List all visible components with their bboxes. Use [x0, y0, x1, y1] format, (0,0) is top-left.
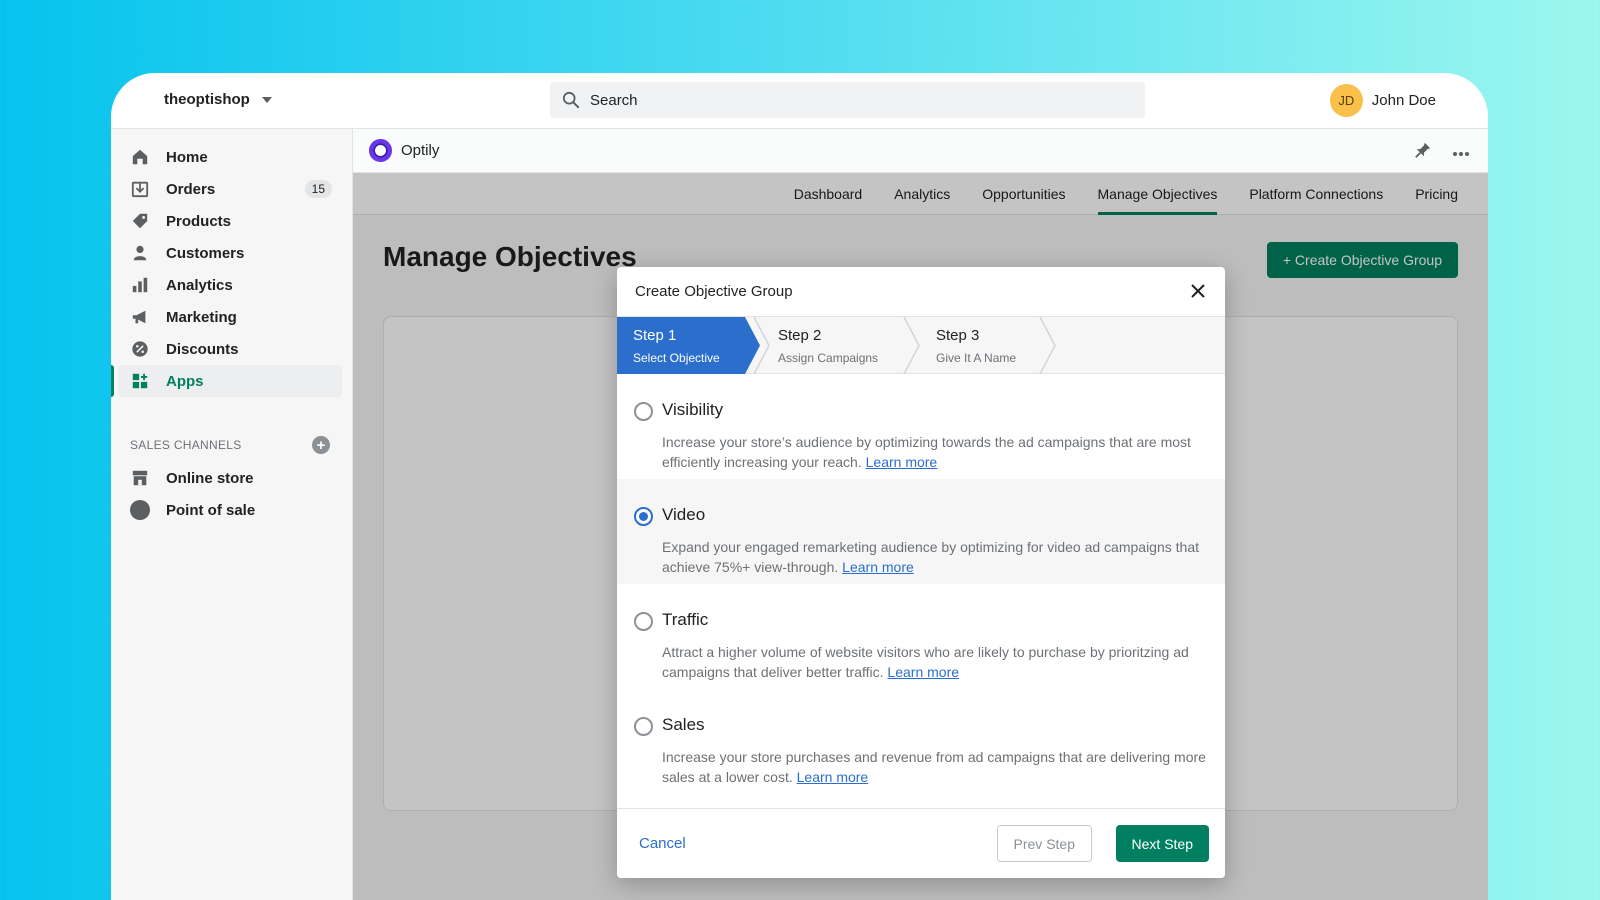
prev-step-button[interactable]: Prev Step — [996, 825, 1092, 862]
sidebar-item-home[interactable]: Home — [118, 141, 342, 173]
option-title: Video — [662, 505, 706, 524]
radio-sales[interactable] — [634, 717, 653, 736]
user-menu[interactable]: JD John Doe — [1329, 84, 1436, 117]
close-icon[interactable] — [1187, 280, 1209, 302]
option-description: Attract a higher volume of website visit… — [662, 644, 1189, 680]
option-title: Traffic — [662, 610, 709, 629]
add-sales-channel-icon[interactable]: + — [312, 436, 330, 454]
step-3[interactable]: Step 3 Give It A Name — [920, 317, 1016, 374]
sidebar-item-label: Point of sale — [166, 501, 256, 519]
create-objective-group-modal: Create Objective Group Step 1 Select Obj… — [617, 267, 1225, 878]
sidebar-item-label: Marketing — [166, 308, 237, 326]
point-of-sale-icon — [130, 500, 150, 520]
pin-icon[interactable] — [1414, 141, 1432, 163]
learn-more-link[interactable]: Learn more — [887, 664, 959, 680]
cancel-button[interactable]: Cancel — [639, 835, 686, 852]
sidebar-item-products[interactable]: Products — [118, 205, 342, 237]
step-subtitle: Select Objective — [633, 351, 720, 365]
optily-logo-icon — [369, 139, 392, 162]
step-title: Step 1 — [633, 327, 677, 344]
sidebar-item-discounts[interactable]: Discounts — [118, 333, 342, 365]
app-bar: Optily — [353, 129, 1488, 173]
app-actions — [1414, 141, 1470, 163]
sidebar-item-label: Online store — [166, 469, 254, 487]
step-title: Step 3 — [936, 327, 980, 344]
radio-visibility[interactable] — [634, 402, 653, 421]
sales-channels-list: Online store Point of sale — [118, 462, 342, 526]
step-2[interactable]: Step 2 Assign Campaigns — [762, 317, 878, 374]
option-traffic[interactable]: Traffic Attract a higher volume of websi… — [617, 584, 1225, 689]
sidebar-item-customers[interactable]: Customers — [118, 237, 342, 269]
radio-traffic[interactable] — [634, 612, 653, 631]
top-bar: theoptishop Search JD John Doe — [111, 73, 1488, 129]
sidebar-nav: Home Orders 15 Products Customers Analyt… — [111, 141, 342, 397]
sidebar-item-apps[interactable]: Apps — [111, 365, 342, 397]
bar-chart-icon — [130, 275, 150, 295]
modal-title: Create Objective Group — [635, 283, 793, 300]
option-visibility[interactable]: Visibility Increase your store’s audienc… — [617, 374, 1225, 479]
discount-icon — [130, 339, 150, 359]
modal-header: Create Objective Group — [617, 267, 1225, 317]
sidebar-item-point-of-sale[interactable]: Point of sale — [118, 494, 342, 526]
option-title: Visibility — [662, 400, 724, 419]
option-description: Increase your store’s audience by optimi… — [662, 434, 1191, 470]
sidebar-item-online-store[interactable]: Online store — [118, 462, 342, 494]
next-step-button[interactable]: Next Step — [1115, 825, 1209, 862]
option-sales[interactable]: Sales Increase your store purchases and … — [617, 689, 1225, 794]
step-title: Step 2 — [778, 327, 822, 344]
megaphone-icon — [130, 307, 150, 327]
modal-footer: Cancel Prev Step Next Step — [617, 808, 1225, 878]
sidebar-item-label: Apps — [166, 372, 204, 390]
apps-icon — [130, 371, 150, 391]
objective-options: Visibility Increase your store’s audienc… — [617, 374, 1225, 794]
sidebar-item-label: Analytics — [166, 276, 233, 294]
option-description: Increase your store purchases and revenu… — [662, 749, 1206, 785]
orders-icon — [130, 179, 150, 199]
user-name: John Doe — [1371, 92, 1436, 109]
app-name: Optily — [401, 142, 440, 159]
store-switcher[interactable]: theoptishop — [164, 91, 272, 108]
sidebar-item-orders[interactable]: Orders 15 — [118, 173, 342, 205]
orders-count-badge: 15 — [304, 180, 332, 198]
home-icon — [130, 147, 150, 167]
search-icon — [562, 91, 580, 109]
learn-more-link[interactable]: Learn more — [866, 454, 938, 470]
person-icon — [130, 243, 150, 263]
sidebar-item-label: Products — [166, 212, 232, 230]
tag-icon — [130, 211, 150, 231]
store-icon — [130, 468, 150, 488]
step-1[interactable]: Step 1 Select Objective — [617, 317, 720, 374]
search-input[interactable]: Search — [550, 82, 1145, 118]
more-options-icon[interactable] — [1452, 144, 1470, 161]
learn-more-link[interactable]: Learn more — [797, 769, 869, 785]
step-subtitle: Give It A Name — [936, 351, 1017, 365]
sidebar-item-label: Customers — [166, 244, 245, 262]
sales-channels-heading: SALES CHANNELS — [130, 438, 242, 452]
option-video[interactable]: Video Expand your engaged remarketing au… — [617, 479, 1225, 584]
learn-more-link[interactable]: Learn more — [842, 559, 914, 575]
sidebar-item-label: Home — [166, 148, 208, 166]
sidebar-item-marketing[interactable]: Marketing — [118, 301, 342, 333]
sidebar-item-label: Orders — [166, 180, 216, 198]
stepper: Step 1 Select Objective Step 2 Assign Ca… — [617, 317, 1225, 374]
search-placeholder: Search — [590, 91, 638, 109]
sidebar: Home Orders 15 Products Customers Analyt… — [111, 129, 353, 900]
radio-video[interactable] — [634, 507, 653, 526]
store-name: theoptishop — [164, 91, 250, 108]
option-title: Sales — [662, 715, 705, 734]
sidebar-item-label: Discounts — [166, 340, 239, 358]
option-description: Expand your engaged remarketing audience… — [662, 539, 1199, 575]
caret-down-icon — [261, 96, 272, 103]
step-subtitle: Assign Campaigns — [778, 351, 879, 365]
avatar: JD — [1329, 84, 1363, 117]
sidebar-item-analytics[interactable]: Analytics — [118, 269, 342, 301]
